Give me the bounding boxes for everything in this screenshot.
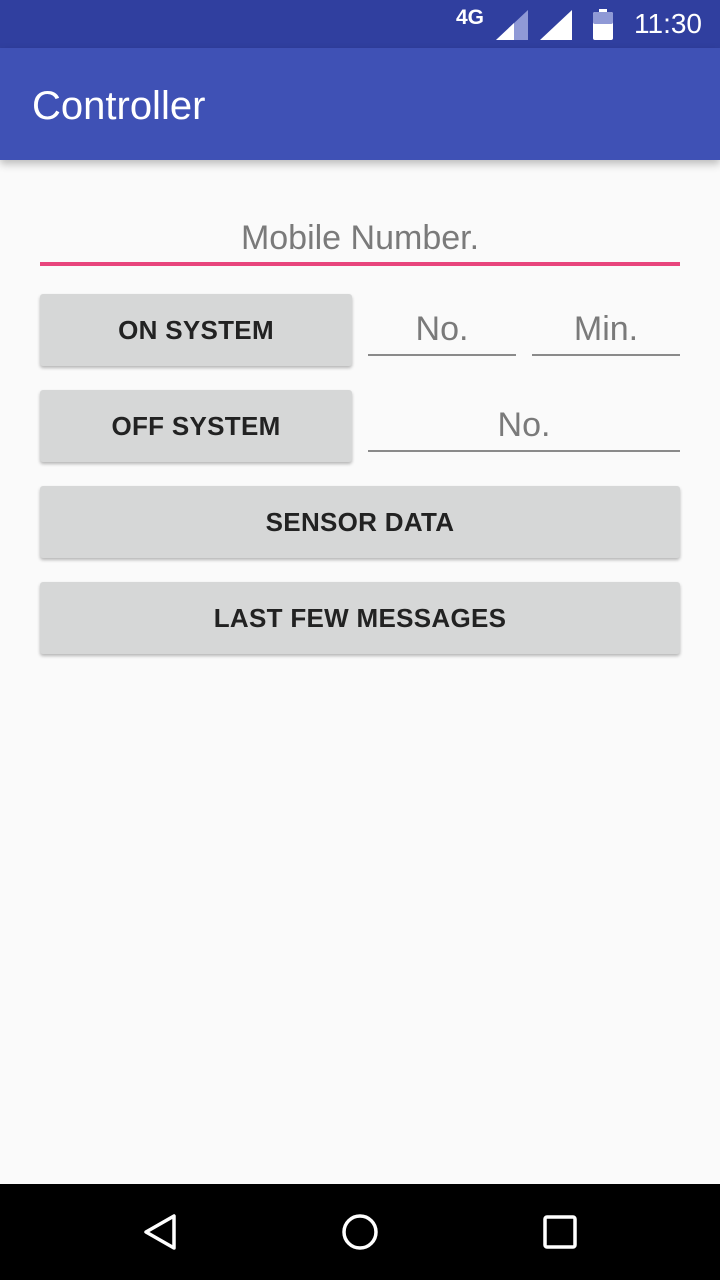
on-minutes-input[interactable] <box>532 304 680 356</box>
recents-icon[interactable] <box>540 1212 580 1252</box>
app-bar: Controller <box>0 48 720 160</box>
off-system-button[interactable]: OFF SYSTEM <box>40 390 352 462</box>
home-icon[interactable] <box>340 1212 380 1252</box>
wifi-signal-icon <box>540 10 572 40</box>
status-time: 11:30 <box>634 8 702 39</box>
mobile-number-input[interactable] <box>40 214 680 266</box>
navigation-bar <box>0 1184 720 1280</box>
sensor-data-button[interactable]: SENSOR DATA <box>40 486 680 558</box>
signal-icon <box>496 10 528 40</box>
status-bar: 4G 11:30 <box>0 0 720 48</box>
battery-icon <box>593 9 613 40</box>
off-number-input[interactable] <box>368 400 680 452</box>
on-number-input[interactable] <box>368 304 516 356</box>
on-system-button[interactable]: ON SYSTEM <box>40 294 352 366</box>
app-title: Controller <box>32 84 206 128</box>
network-type: 4G <box>456 6 485 29</box>
last-few-messages-button[interactable]: LAST FEW MESSAGES <box>40 582 680 654</box>
back-icon[interactable] <box>140 1212 180 1252</box>
